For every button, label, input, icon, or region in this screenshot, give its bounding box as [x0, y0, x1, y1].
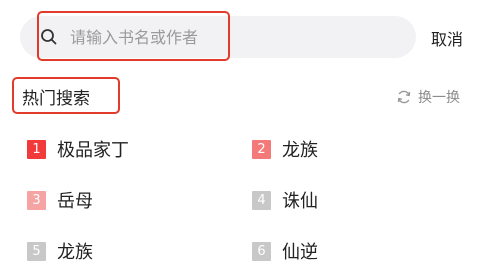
search-input[interactable] [70, 24, 220, 50]
refresh-label: 换一换 [418, 90, 460, 106]
rank-badge: 6 [252, 241, 271, 261]
hot-item[interactable]: 3 岳母 [27, 188, 93, 212]
rank-badge: 1 [27, 139, 46, 159]
search-icon [41, 29, 57, 45]
rank-badge: 4 [252, 190, 271, 210]
refresh-icon [397, 90, 411, 104]
hot-item-label: 龙族 [282, 140, 318, 161]
hot-item[interactable]: 4 诛仙 [252, 188, 318, 212]
rank-badge: 3 [27, 190, 46, 210]
hot-item[interactable]: 2 龙族 [252, 137, 318, 161]
hot-search-title: 热门搜索 [22, 89, 90, 109]
hot-item-label: 诛仙 [282, 191, 318, 212]
rank-badge: 2 [252, 139, 271, 159]
rank-badge: 5 [27, 241, 46, 261]
refresh-button[interactable]: 换一换 [396, 87, 460, 107]
cancel-button[interactable]: 取消 [431, 26, 463, 50]
hot-item[interactable]: 1 极品家丁 [27, 137, 129, 161]
hot-item-label: 极品家丁 [57, 140, 129, 161]
hot-item-label: 龙族 [57, 242, 93, 263]
hot-item[interactable]: 6 仙逆 [252, 239, 318, 263]
hot-item[interactable]: 5 龙族 [27, 239, 93, 263]
hot-item-label: 岳母 [57, 191, 93, 212]
hot-item-label: 仙逆 [282, 242, 318, 263]
